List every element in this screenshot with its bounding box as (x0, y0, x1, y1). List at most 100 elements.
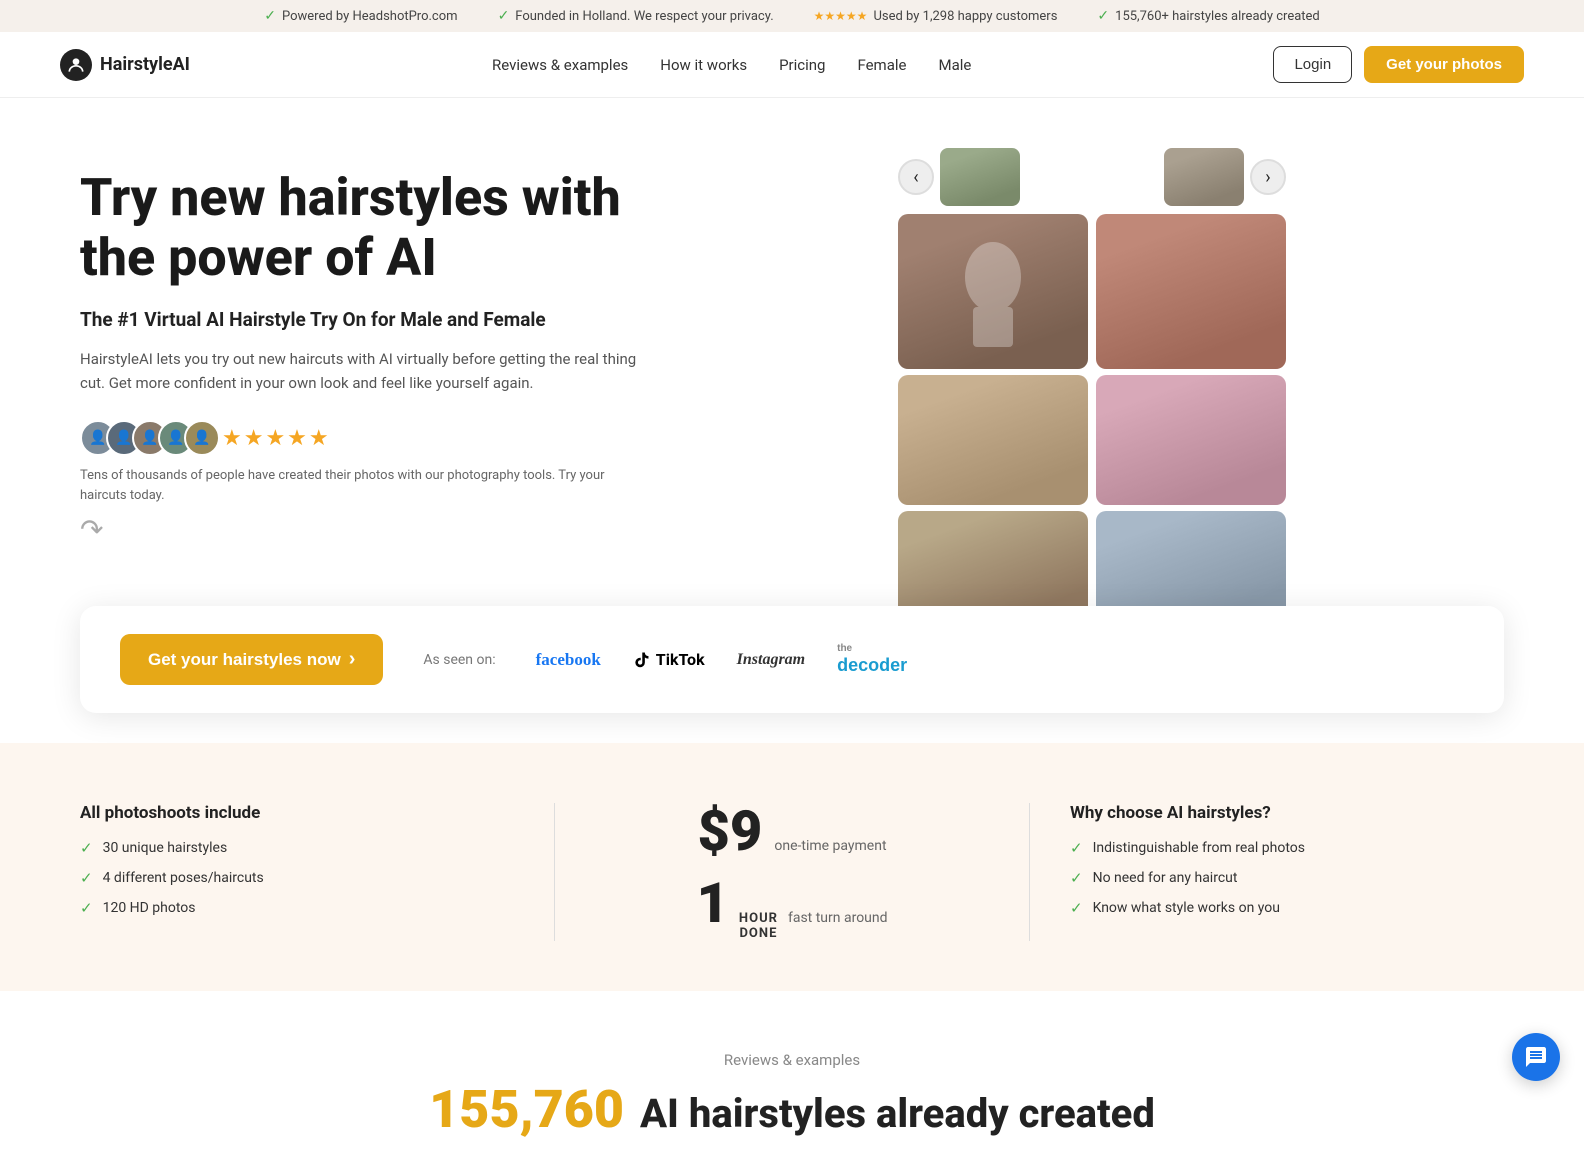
feature-item-4: ✓ Indistinguishable from real photos (1070, 839, 1504, 857)
hero-subtitle: The #1 Virtual AI Hairstyle Try On for M… (80, 308, 640, 331)
nav-item-reviews[interactable]: Reviews & examples (492, 55, 628, 74)
hour-desc: fast turn around (788, 910, 888, 926)
get-photos-button[interactable]: Get your photos (1364, 46, 1524, 83)
banner-item-1: ✓ Powered by HeadshotPro.com (264, 8, 457, 24)
nav-item-pricing[interactable]: Pricing (779, 55, 825, 74)
male-photo-1 (898, 214, 1088, 369)
hour-done-label: HOURDONE (739, 911, 778, 941)
instagram-logo: Instagram (737, 651, 805, 669)
arrow-right-icon[interactable]: › (1250, 159, 1286, 195)
feature-text-3: 120 HD photos (103, 900, 196, 916)
nav-link-how[interactable]: How it works (660, 56, 747, 74)
nav-link-pricing[interactable]: Pricing (779, 56, 825, 74)
nav-link-male[interactable]: Male (938, 56, 971, 74)
arrow-left-icon[interactable]: ‹ (898, 159, 934, 195)
check-icon-f1: ✓ (80, 839, 93, 857)
stats-number: 155,760 (429, 1079, 624, 1140)
thumbnail-male (940, 148, 1020, 206)
price-value: $9 (697, 803, 762, 859)
chat-bubble[interactable] (1512, 1033, 1560, 1081)
cta-arrow-icon: › (349, 648, 356, 671)
feature-text-1: 30 unique hairstyles (103, 840, 228, 856)
banner-item-3: ★★★★★ Used by 1,298 happy customers (814, 8, 1058, 24)
logo[interactable]: HairstyleAI (60, 49, 190, 81)
check-icon-f6: ✓ (1070, 899, 1083, 917)
hero-text: Try new hairstyles with the power of AI … (80, 148, 640, 546)
features-col1-title: All photoshoots include (80, 803, 514, 823)
banner-text-2: Founded in Holland. We respect your priv… (515, 9, 773, 24)
feature-text-6: Know what style works on you (1093, 900, 1280, 916)
feature-text-5: No need for any haircut (1093, 870, 1238, 886)
avatar-stack: 👤 👤 👤 👤 👤 (80, 420, 210, 456)
banner-item-4: ✓ 155,760+ hairstyles already created (1097, 8, 1319, 24)
male-column (898, 214, 1088, 626)
features-grid: All photoshoots include ✓ 30 unique hair… (80, 803, 1504, 941)
cta-strip: Get your hairstyles now › As seen on: fa… (80, 606, 1504, 713)
features-col-3: Why choose AI hairstyles? ✓ Indistinguis… (1030, 803, 1504, 917)
avatar-5: 👤 (184, 420, 220, 456)
facebook-logo: facebook (536, 650, 601, 670)
cta-button-label: Get your hairstyles now (148, 650, 341, 670)
chat-icon (1524, 1045, 1548, 1069)
top-banner: ✓ Powered by HeadshotPro.com ✓ Founded i… (0, 0, 1584, 32)
features-col3-title: Why choose AI hairstyles? (1070, 803, 1504, 823)
nav-link-reviews[interactable]: Reviews & examples (492, 56, 628, 74)
avatars-row: 👤 👤 👤 👤 👤 ★★★★★ (80, 420, 640, 456)
hero-stars: ★★★★★ (222, 426, 331, 451)
features-col-2: $9 one-time payment 1 HOURDONE fast turn… (555, 803, 1029, 941)
feature-item-1: ✓ 30 unique hairstyles (80, 839, 514, 857)
decoder-logo: the decoder (837, 643, 907, 677)
nav-item-female[interactable]: Female (857, 55, 906, 74)
thumbnail-female (1164, 148, 1244, 206)
hero-section: Try new hairstyles with the power of AI … (0, 98, 1584, 626)
check-icon-f2: ✓ (80, 869, 93, 887)
features-col3-list: ✓ Indistinguishable from real photos ✓ N… (1070, 839, 1504, 917)
check-icon-f5: ✓ (1070, 869, 1083, 887)
hour-labels: HOURDONE (739, 911, 778, 941)
logo-icon (60, 49, 92, 81)
male-photo-2 (898, 375, 1088, 505)
social-logos: facebook TikTok Instagram the decoder (536, 643, 908, 677)
price-row: $9 one-time payment (595, 803, 989, 859)
login-button[interactable]: Login (1273, 46, 1352, 83)
logo-text: HairstyleAI (100, 54, 190, 75)
feature-item-2: ✓ 4 different poses/haircuts (80, 869, 514, 887)
price-label: one-time payment (774, 838, 886, 854)
check-icon-4: ✓ (1097, 8, 1109, 24)
hour-row: 1 HOURDONE fast turn around (595, 875, 989, 941)
feature-text-2: 4 different poses/haircuts (103, 870, 264, 886)
banner-item-2: ✓ Founded in Holland. We respect your pr… (498, 8, 774, 24)
hero-description: HairstyleAI lets you try out new haircut… (80, 347, 640, 397)
stars-icon-banner: ★★★★★ (814, 9, 868, 23)
reviews-section: Reviews & examples 155,760 AI hairstyles… (0, 991, 1584, 1160)
hero-social-proof: Tens of thousands of people have created… (80, 466, 640, 505)
hero-images: ‹ › (680, 148, 1504, 626)
check-icon-f3: ✓ (80, 899, 93, 917)
reviews-label: Reviews & examples (80, 1051, 1504, 1069)
nav-link-female[interactable]: Female (857, 56, 906, 74)
tiktok-logo: TikTok (633, 650, 705, 669)
nav-item-male[interactable]: Male (938, 55, 971, 74)
nav-actions: Login Get your photos (1273, 46, 1524, 83)
navbar: HairstyleAI Reviews & examples How it wo… (0, 32, 1584, 98)
hour-value: 1 (696, 875, 728, 931)
features-section: All photoshoots include ✓ 30 unique hair… (0, 743, 1584, 991)
check-icon-1: ✓ (264, 8, 276, 24)
banner-text-1: Powered by HeadshotPro.com (282, 9, 458, 24)
female-photo-2 (1096, 375, 1286, 505)
nav-item-how[interactable]: How it works (660, 55, 747, 74)
arrow-curve-icon: ↷ (80, 513, 640, 546)
photo-grid (898, 214, 1286, 626)
banner-text-3: Used by 1,298 happy customers (873, 9, 1057, 24)
feature-item-5: ✓ No need for any haircut (1070, 869, 1504, 887)
hero-title: Try new hairstyles with the power of AI (80, 168, 640, 288)
female-photo-1 (1096, 214, 1286, 369)
cta-main-button[interactable]: Get your hairstyles now › (120, 634, 383, 685)
check-icon-2: ✓ (498, 8, 510, 24)
female-column (1096, 214, 1286, 626)
features-col-1: All photoshoots include ✓ 30 unique hair… (80, 803, 554, 917)
stats-text: AI hairstyles already created (640, 1090, 1155, 1137)
feature-item-3: ✓ 120 HD photos (80, 899, 514, 917)
check-icon-f4: ✓ (1070, 839, 1083, 857)
nav-links: Reviews & examples How it works Pricing … (230, 55, 1234, 74)
